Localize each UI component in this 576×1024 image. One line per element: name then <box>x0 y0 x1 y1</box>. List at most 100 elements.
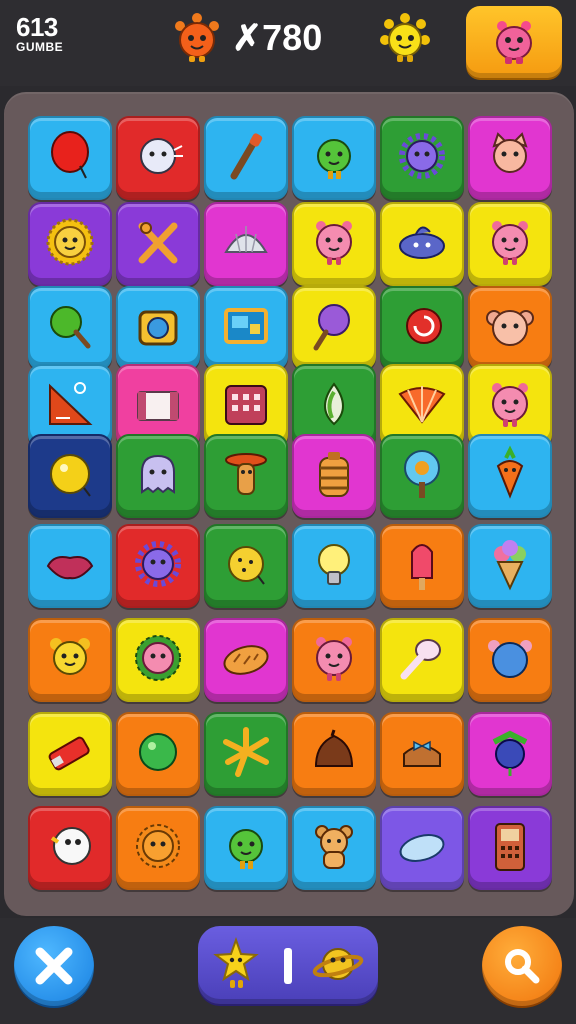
tile[interactable] <box>292 202 376 286</box>
tile[interactable] <box>204 712 288 796</box>
tile[interactable] <box>28 806 112 890</box>
tile[interactable] <box>204 524 288 608</box>
tile[interactable] <box>468 618 552 702</box>
green-creature-icon <box>229 829 263 869</box>
tile[interactable] <box>380 712 464 796</box>
tile[interactable] <box>292 434 376 518</box>
yellow-ball-icon <box>50 454 91 497</box>
tile[interactable] <box>292 618 376 702</box>
menu-button[interactable] <box>466 6 562 78</box>
tile[interactable] <box>468 434 552 518</box>
close-button[interactable] <box>14 926 94 1006</box>
yellow-creature-icon <box>50 638 90 675</box>
battery-icon <box>48 736 90 771</box>
close-icon <box>35 947 73 985</box>
ice-cream-icon <box>494 540 526 591</box>
tile[interactable] <box>468 202 552 286</box>
barrel-icon <box>319 452 349 497</box>
tile[interactable] <box>468 806 552 890</box>
tile[interactable] <box>204 806 288 890</box>
tile[interactable] <box>292 806 376 890</box>
green-creature-icon <box>317 139 351 179</box>
tile[interactable] <box>380 286 464 370</box>
red-snail-icon <box>406 308 442 344</box>
tile[interactable] <box>28 618 112 702</box>
purple-urchin-icon <box>399 133 445 179</box>
tile[interactable] <box>28 116 112 200</box>
leaf-icon <box>324 382 344 426</box>
sun-icon <box>46 218 94 266</box>
tile[interactable] <box>292 524 376 608</box>
tile[interactable] <box>204 202 288 286</box>
tile[interactable] <box>292 712 376 796</box>
tile[interactable] <box>380 618 464 702</box>
tile[interactable] <box>116 712 200 796</box>
carrot-icon <box>496 445 524 499</box>
tile[interactable] <box>204 286 288 370</box>
tile[interactable] <box>380 434 464 518</box>
tile[interactable] <box>116 286 200 370</box>
chestnut-icon <box>314 729 354 767</box>
tile[interactable] <box>116 806 200 890</box>
planet-icon[interactable] <box>312 948 364 980</box>
star-creature-icon[interactable] <box>213 937 259 988</box>
tile[interactable] <box>28 524 112 608</box>
phone-icon <box>495 823 525 871</box>
hat-icon <box>403 740 441 767</box>
tile[interactable] <box>292 116 376 200</box>
pink-creature-icon <box>492 383 528 427</box>
tile[interactable] <box>204 618 288 702</box>
fluffy-creature-icon <box>140 138 183 174</box>
palm-leaf-icon <box>223 727 269 777</box>
score-display: 613 GUMBE <box>16 14 63 54</box>
divider-icon <box>284 948 292 984</box>
tile[interactable] <box>204 434 288 518</box>
search-button[interactable] <box>482 926 562 1006</box>
purple-lollipop-icon <box>313 304 350 351</box>
tile[interactable] <box>468 116 552 200</box>
bear-face-icon <box>486 310 534 346</box>
tile[interactable] <box>28 712 112 796</box>
bread-icon <box>223 645 269 675</box>
tile[interactable] <box>468 524 552 608</box>
tile[interactable] <box>116 434 200 518</box>
tile[interactable] <box>28 434 112 518</box>
tile[interactable] <box>380 202 464 286</box>
calculator-icon <box>225 385 267 425</box>
cat-face-icon <box>492 132 528 173</box>
tile[interactable] <box>468 286 552 370</box>
pink-creature-icon <box>316 637 352 681</box>
pink-creature-icon <box>492 221 528 265</box>
tile[interactable] <box>292 286 376 370</box>
brush-icon <box>230 133 263 180</box>
yellow-sun-creature-icon <box>380 12 430 64</box>
game-board <box>4 92 574 916</box>
ghost-icon <box>141 454 175 494</box>
purple-urchin-icon <box>135 541 181 587</box>
orange-sun-creature-icon <box>172 12 222 64</box>
ruler-icon <box>49 382 93 425</box>
berry-icon <box>492 730 528 776</box>
score-caption: GUMBE <box>16 40 64 54</box>
tile[interactable] <box>116 524 200 608</box>
tile[interactable] <box>116 202 200 286</box>
box-icon <box>137 391 179 421</box>
tile[interactable] <box>380 806 464 890</box>
green-lollipop-icon <box>50 306 91 349</box>
tile[interactable] <box>468 712 552 796</box>
pink-creature-icon <box>316 221 352 265</box>
balloon-icon <box>51 131 89 179</box>
tile[interactable] <box>204 116 288 200</box>
tile[interactable] <box>28 286 112 370</box>
egg-creature-icon <box>50 827 91 865</box>
tile[interactable] <box>380 524 464 608</box>
tile[interactable] <box>28 202 112 286</box>
capsule-icon <box>399 834 445 862</box>
tile[interactable] <box>116 618 200 702</box>
tile[interactable] <box>116 116 200 200</box>
powerup-bar[interactable] <box>198 926 378 1004</box>
green-ball-icon <box>139 733 177 771</box>
blob-creature-icon <box>399 226 445 259</box>
cowboy-icon <box>225 453 267 495</box>
tile[interactable] <box>380 116 464 200</box>
